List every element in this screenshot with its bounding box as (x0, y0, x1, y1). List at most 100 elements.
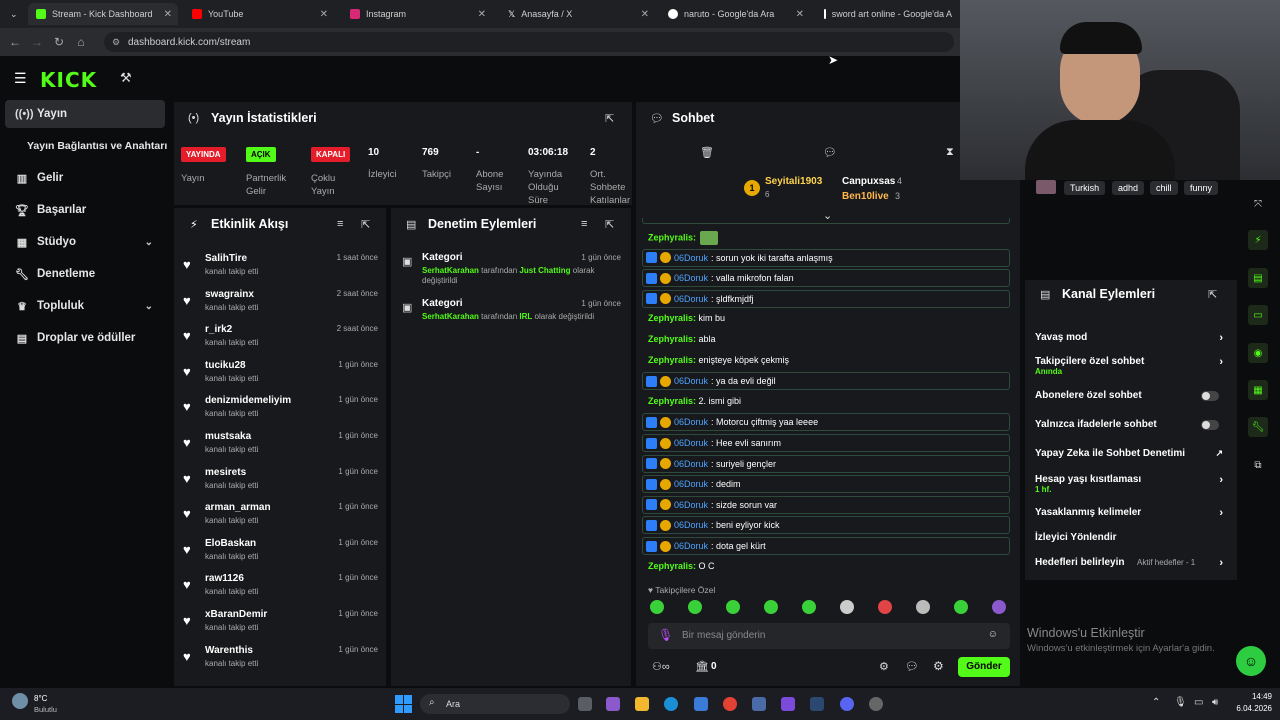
sidebar-item-gelir[interactable]: ▥ Gelir (5, 164, 165, 192)
chat-bubble-icon[interactable]: 💬︎ (905, 660, 919, 673)
windows-start-icon[interactable] (395, 695, 413, 713)
user-settings-icon[interactable]: ⚙︎ (933, 659, 944, 673)
sidebar-item-droplar[interactable]: ▤ Droplar ve ödüller (5, 324, 165, 352)
emote-icon[interactable] (878, 600, 892, 614)
bolt-icon[interactable]: ⚡︎ (1248, 230, 1268, 250)
chat-username[interactable]: 06Doruk (674, 417, 708, 427)
sidebar-item-basarilar[interactable]: 🏆︎ Başarılar (5, 196, 165, 224)
filter-icon[interactable]: ≡ (337, 218, 343, 230)
infinity-icon[interactable]: ⚇∞ (652, 660, 670, 673)
file-explorer-icon[interactable] (635, 697, 649, 711)
broadcast-icon[interactable]: ◉ (1248, 343, 1268, 363)
toggle-switch[interactable] (1201, 420, 1219, 430)
chevron-right-icon[interactable]: › (1219, 557, 1223, 569)
chat-username[interactable]: Zephyralis: (648, 561, 696, 571)
filter-icon[interactable]: ≡ (581, 218, 587, 230)
channel-action-item[interactable]: Hesap yaşı kısıtlaması 1 hf. › (1035, 474, 1225, 494)
app-icon[interactable] (606, 697, 620, 711)
close-icon[interactable]: ✕ (478, 9, 486, 20)
chevron-right-icon[interactable]: › (1219, 356, 1223, 368)
taskbar-search[interactable]: ⌕ Ara (420, 694, 570, 714)
chat-username[interactable]: Zephyralis: (648, 232, 696, 242)
menu-icon[interactable]: ☰ (14, 70, 27, 87)
app-icon[interactable] (869, 697, 883, 711)
follower-name[interactable]: raw1126 (205, 573, 244, 584)
follower-name[interactable]: xBaranDemir (205, 609, 267, 620)
microphone-icon[interactable]: 🎙︎ (1174, 697, 1187, 708)
forward-icon[interactable]: → (26, 35, 48, 49)
chat-username[interactable]: 06Doruk (674, 438, 708, 448)
follower-name[interactable]: SalihTire (205, 253, 247, 264)
url-input[interactable]: ⚙ dashboard.kick.com/stream (104, 32, 954, 52)
moderator-name[interactable]: SerhatKarahan (422, 266, 479, 275)
toggle-switch[interactable] (1201, 391, 1219, 401)
kick-logo[interactable]: KICK (40, 68, 97, 92)
tab-x[interactable]: 𝕏 Anasayfa / X ✕ (500, 3, 655, 25)
tab-kick-dashboard[interactable]: Stream - Kick Dashboard ✕ (28, 3, 178, 25)
tray-chevron-up-icon[interactable]: ⌃ (1152, 697, 1160, 708)
speaker-icon[interactable]: 🔊︎ (1212, 697, 1218, 708)
popout-icon[interactable]: ⇱ (361, 218, 370, 231)
chat-username[interactable]: 06Doruk (674, 541, 708, 551)
home-icon[interactable]: ⌂ (70, 35, 92, 49)
emote-icon[interactable] (992, 600, 1006, 614)
follower-name[interactable]: arman_arman (205, 502, 271, 513)
close-icon[interactable]: ✕ (641, 9, 649, 20)
microphone-icon[interactable]: 🎙︎ (658, 628, 673, 642)
site-info-icon[interactable]: ⚙ (112, 37, 120, 48)
hammer-icon[interactable]: ⚒ (120, 70, 132, 86)
channel-action-item[interactable]: Yalnızca ifadelerle sohbet (1035, 419, 1225, 439)
chat-username[interactable]: 06Doruk (674, 273, 708, 283)
steam-icon[interactable] (810, 697, 824, 711)
emote-icon[interactable] (840, 600, 854, 614)
back-icon[interactable]: ← (4, 35, 26, 49)
chat-username[interactable]: 06Doruk (674, 500, 708, 510)
store-icon[interactable] (694, 697, 708, 711)
popout-icon[interactable]: ⇱ (605, 112, 614, 125)
follower-name[interactable]: Warenthis (205, 645, 253, 656)
help-chat-button[interactable]: ☺ (1236, 646, 1266, 676)
follower-name[interactable]: swagrainx (205, 289, 254, 300)
hourglass-icon[interactable]: ⧗ (946, 146, 954, 159)
send-button[interactable]: Gönder (958, 657, 1010, 677)
follower-name[interactable]: EloBaskan (205, 538, 256, 549)
follower-name[interactable]: mesirets (205, 467, 246, 478)
sidebar-item-topluluk[interactable]: ♛ Topluluk ⌄ (5, 292, 165, 320)
follower-name[interactable]: denizmidemeliyim (205, 395, 291, 406)
emote-icon[interactable] (802, 600, 816, 614)
channel-action-item[interactable]: Yavaş mod › (1035, 332, 1225, 352)
channel-action-item[interactable]: Takipçilere özel sohbet Anında › (1035, 356, 1225, 376)
chat-username[interactable]: 06Doruk (674, 520, 708, 530)
channel-action-item[interactable]: Yasaklanmış kelimeler › (1035, 507, 1225, 527)
popout-icon[interactable]: ⇱ (605, 218, 614, 231)
close-icon[interactable]: ✕ (320, 9, 328, 20)
document-icon[interactable]: ▤ (1248, 268, 1268, 288)
discord-icon[interactable] (840, 697, 854, 711)
tab-google-naruto[interactable]: naruto - Google'da Ara ✕ (660, 3, 810, 25)
chevron-right-icon[interactable]: › (1219, 507, 1223, 519)
chat-username[interactable]: Zephyralis: (648, 334, 696, 344)
task-view-icon[interactable] (578, 697, 592, 711)
follower-name[interactable]: mustsaka (205, 431, 251, 442)
chat-username[interactable]: Zephyralis: (648, 355, 696, 365)
settings-gear-icon[interactable]: ⚙ (879, 660, 889, 673)
emote-icon[interactable] (726, 600, 740, 614)
moderator-name[interactable]: SerhatKarahan (422, 312, 479, 321)
emote-icon[interactable] (954, 600, 968, 614)
channel-action-item[interactable]: İzleyici Yönlendir (1035, 532, 1225, 552)
chat-username[interactable]: 06Doruk (674, 376, 708, 386)
chat-icon[interactable]: ▭ (1248, 305, 1268, 325)
tab-google-sao[interactable]: sword art online - Google'da A (816, 3, 960, 25)
channel-action-item[interactable]: Hedefleri belirleyin Aktif hedefler - 1 › (1035, 557, 1225, 577)
channel-action-item[interactable]: Yapay Zeka ile Sohbet Denetimi ↗ (1035, 448, 1225, 468)
chat-username[interactable]: 06Doruk (674, 479, 708, 489)
emote-icon[interactable] (764, 600, 778, 614)
network-icon[interactable]: ▭ (1194, 697, 1203, 708)
reload-icon[interactable]: ↻ (48, 35, 70, 49)
chat-username[interactable]: 06Doruk (674, 253, 708, 263)
wrench-icon[interactable]: 🔧︎ (1248, 417, 1268, 437)
sidebar-item-studyo[interactable]: ▦ Stüdyo ⌄ (5, 228, 165, 256)
tab-instagram[interactable]: Instagram ✕ (342, 3, 492, 25)
chat-username[interactable]: 06Doruk (674, 294, 708, 304)
collapse-icon[interactable]: ⤧ (1248, 194, 1268, 214)
